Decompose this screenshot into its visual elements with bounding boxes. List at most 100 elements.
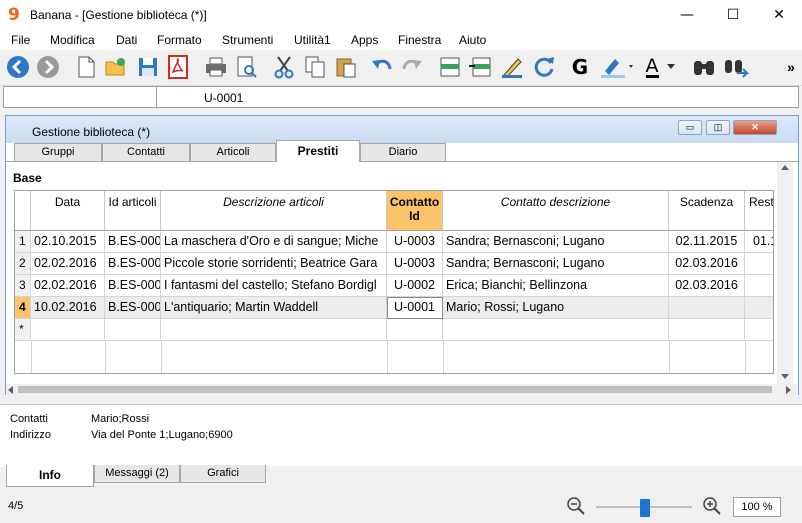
column-header-id-articoli[interactable]: Id articoli bbox=[105, 191, 161, 231]
cell-id-articoli[interactable]: B.ES-000 bbox=[105, 253, 161, 275]
scroll-left-icon[interactable] bbox=[8, 386, 14, 394]
cell-resti[interactable] bbox=[745, 253, 773, 275]
cell-data[interactable] bbox=[31, 319, 105, 341]
row-number[interactable]: 3 bbox=[15, 275, 31, 297]
menu-finestra[interactable]: Finestra bbox=[398, 33, 441, 47]
cell-descrizione-articoli[interactable]: Piccole storie sorridenti; Beatrice Gara bbox=[161, 253, 387, 275]
zoom-in-icon[interactable] bbox=[702, 496, 722, 516]
cell-value-field[interactable]: U-0001 bbox=[204, 91, 243, 105]
cell-reference-field[interactable] bbox=[4, 87, 156, 107]
cell-data[interactable]: 02.10.2015 bbox=[31, 231, 105, 253]
open-button[interactable] bbox=[102, 53, 130, 81]
highlight-color-button[interactable] bbox=[598, 53, 638, 81]
cell-resti[interactable] bbox=[745, 275, 773, 297]
tab-grafici[interactable]: Grafici bbox=[180, 465, 266, 483]
scroll-up-icon[interactable] bbox=[781, 165, 789, 171]
find-next-button[interactable] bbox=[722, 53, 750, 81]
document-close-button[interactable]: ✕ bbox=[733, 120, 777, 135]
menu-dati[interactable]: Dati bbox=[116, 33, 137, 47]
menu-formato[interactable]: Formato bbox=[157, 33, 202, 47]
row-number-current[interactable]: 4 bbox=[15, 297, 31, 319]
edit-button[interactable] bbox=[498, 53, 526, 81]
back-button[interactable] bbox=[4, 53, 32, 81]
cell-id-articoli[interactable] bbox=[105, 319, 161, 341]
cell-contatto-descrizione[interactable] bbox=[443, 319, 669, 341]
copy-button[interactable] bbox=[301, 53, 329, 81]
menu-apps[interactable]: Apps bbox=[351, 33, 378, 47]
vertical-scrollbar[interactable] bbox=[777, 162, 793, 384]
undo-button[interactable] bbox=[368, 53, 396, 81]
close-button[interactable]: ✕ bbox=[756, 0, 802, 30]
zoom-out-icon[interactable] bbox=[566, 496, 586, 516]
row-number[interactable]: 2 bbox=[15, 253, 31, 275]
cell-resti[interactable] bbox=[745, 319, 773, 341]
cut-button[interactable] bbox=[270, 53, 298, 81]
cell-contatto-descrizione[interactable]: Erica; Bianchi; Bellinzona bbox=[443, 275, 669, 297]
menu-modifica[interactable]: Modifica bbox=[50, 33, 95, 47]
scroll-down-icon[interactable] bbox=[781, 374, 789, 380]
cell-scadenza[interactable]: 02.03.2016 bbox=[669, 253, 745, 275]
toolbar-overflow-button[interactable]: » bbox=[782, 53, 800, 81]
cell-scadenza[interactable]: 02.03.2016 bbox=[669, 275, 745, 297]
column-header-data[interactable]: Data bbox=[31, 191, 105, 231]
recalculate-button[interactable] bbox=[530, 53, 558, 81]
insert-rows-button[interactable] bbox=[466, 53, 494, 81]
add-row-button[interactable] bbox=[436, 53, 464, 81]
new-file-button[interactable] bbox=[72, 53, 100, 81]
cell-scadenza[interactable] bbox=[669, 319, 745, 341]
cell-id-articoli[interactable]: B.ES-000 bbox=[105, 231, 161, 253]
row-number-new[interactable]: * bbox=[15, 319, 31, 341]
row-number-header[interactable] bbox=[15, 191, 31, 231]
column-header-contatto-id[interactable]: Contatto Id bbox=[387, 191, 443, 231]
cell-id-articoli[interactable]: B.ES-000 bbox=[105, 297, 161, 319]
cell-contatto-id[interactable]: U-0003 bbox=[387, 231, 443, 253]
cell-scadenza[interactable]: 02.11.2015 bbox=[669, 231, 745, 253]
minimize-button[interactable]: — bbox=[664, 0, 710, 30]
cell-contatto-descrizione[interactable]: Sandra; Bernasconi; Lugano bbox=[443, 231, 669, 253]
row-number[interactable]: 1 bbox=[15, 231, 31, 253]
maximize-button[interactable]: ☐ bbox=[710, 0, 756, 30]
tab-messaggi[interactable]: Messaggi (2) bbox=[94, 465, 180, 483]
menu-utilita1[interactable]: Utilità1 bbox=[294, 33, 331, 47]
cell-scadenza[interactable] bbox=[669, 297, 745, 319]
cell-id-articoli[interactable]: B.ES-000 bbox=[105, 275, 161, 297]
zoom-slider-thumb[interactable] bbox=[640, 499, 650, 517]
cell-data[interactable]: 02.02.2016 bbox=[31, 253, 105, 275]
cell-resti[interactable] bbox=[745, 297, 773, 319]
save-button[interactable] bbox=[134, 53, 162, 81]
tab-prestiti[interactable]: Prestiti bbox=[276, 140, 360, 162]
tab-diario[interactable]: Diario bbox=[360, 143, 446, 161]
cell-resti[interactable]: 01.1 bbox=[745, 231, 773, 253]
cell-descrizione-articoli[interactable]: I fantasmi del castello; Stefano Bordigl bbox=[161, 275, 387, 297]
scroll-right-icon[interactable] bbox=[786, 386, 792, 394]
horizontal-scrollbar[interactable] bbox=[6, 384, 798, 395]
cell-descrizione-articoli[interactable]: La maschera d'Oro e di sangue; Miche bbox=[161, 231, 387, 253]
redo-button[interactable] bbox=[398, 53, 426, 81]
tab-articoli[interactable]: Articoli bbox=[190, 143, 276, 161]
menu-file[interactable]: File bbox=[11, 33, 30, 47]
document-minimize-button[interactable]: ▭ bbox=[678, 120, 702, 135]
tab-gruppi[interactable]: Gruppi bbox=[14, 143, 102, 161]
cell-data[interactable]: 02.02.2016 bbox=[31, 275, 105, 297]
zoom-level-field[interactable]: 100 % bbox=[733, 497, 781, 517]
forward-button[interactable] bbox=[34, 53, 62, 81]
column-header-resti[interactable]: Resti bbox=[745, 191, 773, 231]
print-preview-button[interactable] bbox=[233, 53, 261, 81]
find-button[interactable] bbox=[690, 53, 718, 81]
cell-descrizione-articoli[interactable]: L'antiquario; Martin Waddell bbox=[161, 297, 387, 319]
cell-contatto-descrizione[interactable]: Mario; Rossi; Lugano bbox=[443, 297, 669, 319]
tab-contatti[interactable]: Contatti bbox=[102, 143, 190, 161]
menu-aiuto[interactable]: Aiuto bbox=[459, 33, 486, 47]
tab-info[interactable]: Info bbox=[6, 465, 94, 487]
column-header-scadenza[interactable]: Scadenza bbox=[669, 191, 745, 231]
paste-button[interactable] bbox=[332, 53, 360, 81]
cell-contatto-descrizione[interactable]: Sandra; Bernasconi; Lugano bbox=[443, 253, 669, 275]
cell-descrizione-articoli[interactable] bbox=[161, 319, 387, 341]
pdf-button[interactable] bbox=[164, 53, 192, 81]
menu-strumenti[interactable]: Strumenti bbox=[222, 33, 273, 47]
cell-contatto-id[interactable]: U-0003 bbox=[387, 253, 443, 275]
print-button[interactable] bbox=[202, 53, 230, 81]
document-restore-button[interactable]: ◫ bbox=[706, 120, 730, 135]
cell-contatto-id-selected[interactable]: U-0001 bbox=[387, 297, 443, 319]
column-header-descrizione-articoli[interactable]: Descrizione articoli bbox=[161, 191, 387, 231]
